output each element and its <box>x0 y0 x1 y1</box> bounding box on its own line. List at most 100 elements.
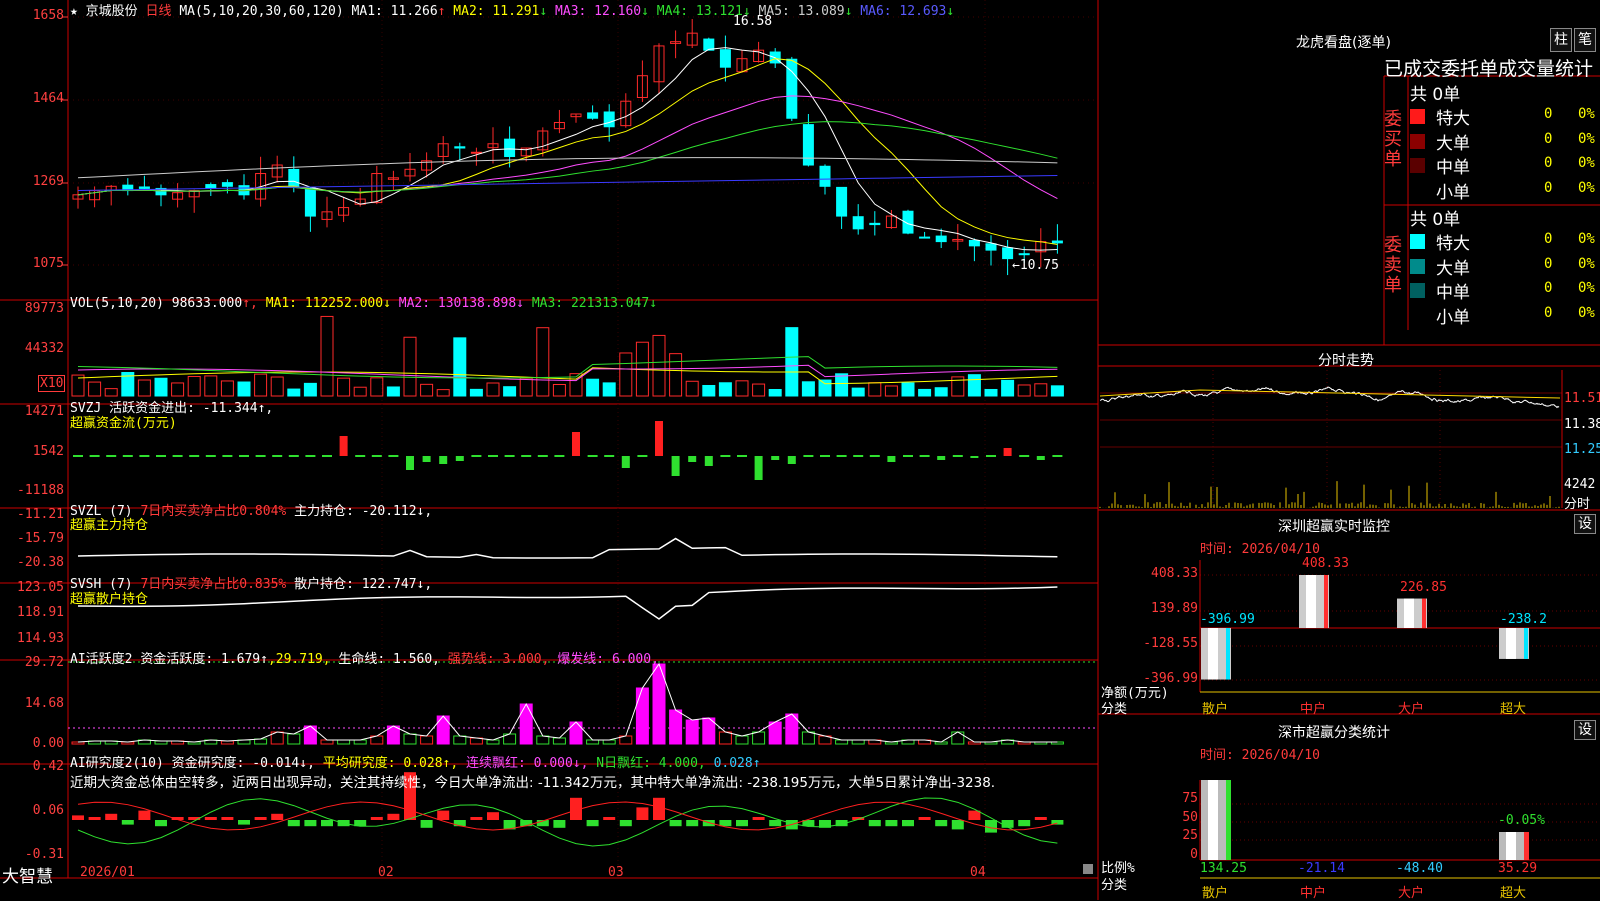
volume-bar <box>586 378 600 397</box>
sell-group-label: 委卖单 <box>1384 235 1402 296</box>
activity-bar <box>801 731 815 745</box>
research-bar <box>868 820 881 827</box>
x-tick: 04 <box>970 865 986 880</box>
buy-row-name: 大单 <box>1436 133 1470 154</box>
class-xlabel: 分类 <box>1101 878 1128 893</box>
research-bar <box>72 815 84 820</box>
volume-bar <box>270 376 284 397</box>
kline-header: ★ 京城股份 日线 MA(5,10,20,30,60,120) MA1: 11.… <box>70 4 955 19</box>
monitor-category: 散户 <box>1202 702 1229 717</box>
period-label[interactable]: 日线 <box>146 4 172 19</box>
svsh-ratio: 7日内买卖净占比0.835% <box>140 577 287 592</box>
fund-flow-bar <box>422 456 431 462</box>
vol-value: 98633.000 <box>171 296 243 311</box>
research-bar <box>902 820 914 827</box>
ai-active-tick: 14.68 <box>24 696 64 711</box>
volume-bar <box>88 381 102 397</box>
class-settings-button[interactable]: 设 <box>1574 720 1596 740</box>
research-bar <box>105 813 118 820</box>
vol-ma3: MA3: 221313.047↓ <box>531 296 658 311</box>
monitor-value-label: 408.33 <box>1302 556 1349 571</box>
class-tick: 50 <box>1182 810 1198 825</box>
net-amount-bar-edge <box>1524 628 1528 659</box>
tick-mode-button[interactable]: 笔 <box>1574 28 1596 52</box>
volume-bar <box>785 327 799 397</box>
volume-bar <box>370 377 384 397</box>
svsh-hold: 散户持仓: 122.747↓, <box>294 577 433 592</box>
monitor-tick: 408.33 <box>1151 566 1198 581</box>
volume-bar <box>868 382 882 397</box>
ma-param-label: MA(5,10,20,30,60,120) <box>179 4 344 19</box>
volume-bar <box>602 382 616 397</box>
class-ratio-bar-highlight <box>1506 832 1516 860</box>
star-icon[interactable]: ★ <box>70 4 78 19</box>
candle <box>836 186 848 217</box>
svzl-ratio: 7日内买卖净占比0.804% <box>140 504 287 519</box>
volume-bar <box>220 380 234 397</box>
column-mode-button[interactable]: 柱 <box>1550 28 1572 52</box>
svzj-tick: 1542 <box>32 444 64 459</box>
research-bar <box>271 813 284 820</box>
svzl-hold: 主力持仓: -20.112↓, <box>294 504 433 519</box>
fund-flow-bar <box>388 455 399 457</box>
candle <box>802 124 814 166</box>
fund-flow-bar <box>1036 456 1045 460</box>
class-value-label: 35.29 <box>1498 861 1538 876</box>
volume-bar <box>353 386 367 397</box>
lock-icon[interactable] <box>1083 864 1093 874</box>
sell-row-pct: 0% <box>1578 255 1595 272</box>
activity-bar <box>752 731 766 745</box>
svzl-tick: -20.38 <box>17 555 64 570</box>
price-tick: 1269 <box>32 174 64 189</box>
sell-row-name: 特大 <box>1436 234 1470 254</box>
fund-flow-bar <box>688 456 697 462</box>
monitor-tick: -128.55 <box>1143 636 1198 651</box>
svzl-tick: -11.21 <box>17 507 64 522</box>
research-bar <box>155 820 167 827</box>
fund-flow-bar <box>89 455 100 457</box>
buy-row-pct: 0% <box>1578 155 1595 171</box>
fund-flow-bar <box>903 455 913 457</box>
volume-bar <box>303 382 317 397</box>
activity-bar <box>519 703 533 745</box>
volume-bar <box>735 380 749 397</box>
volume-bar <box>669 353 683 397</box>
monitor-value-label: -396.99 <box>1200 612 1255 627</box>
research-bar <box>121 820 134 825</box>
volume-bar <box>469 388 483 397</box>
volume-bar <box>818 379 832 397</box>
price-tick: 1075 <box>32 256 64 271</box>
monitor-settings-button[interactable]: 设 <box>1574 514 1596 534</box>
fund-flow-bar <box>504 455 515 457</box>
volume-bar <box>851 387 865 397</box>
research-bar <box>918 817 931 820</box>
buy-row-value: 0 <box>1544 179 1553 196</box>
ai-active-header: AI活跃度2 资金活跃度: 1.679↑,29.719, 生命线: 1.560,… <box>70 648 659 667</box>
class-ratio-bar-edge <box>1226 780 1231 860</box>
sell-row-value: 0 <box>1544 255 1553 272</box>
intraday-title: 分时走势 <box>1318 353 1374 369</box>
candle <box>819 165 831 187</box>
monitor-tick: -396.99 <box>1143 671 1198 686</box>
fund-flow-bar <box>803 455 814 457</box>
research-bar <box>138 810 151 820</box>
volume-bar <box>154 377 168 397</box>
longhu-title: 龙虎看盘(逐单) <box>1296 35 1391 51</box>
research-bar <box>603 817 616 820</box>
research-bar <box>221 817 234 820</box>
net-amount-bar-highlight <box>1404 598 1414 628</box>
fund-flow-bar <box>671 456 680 476</box>
class-value-label: -48.40 <box>1396 861 1443 876</box>
fund-flow-bar <box>1019 455 1030 457</box>
ai-active-tick: 0.00 <box>32 736 64 751</box>
research-bar <box>254 817 267 820</box>
fund-flow-bar <box>554 455 565 457</box>
sell-row-value: 0 <box>1544 304 1553 321</box>
svsh-subtitle: 超赢散户持仓 <box>70 592 149 607</box>
volume-bar <box>104 388 118 397</box>
fund-flow-bar <box>488 455 498 457</box>
intraday-tick: 11.38 <box>1564 417 1600 432</box>
price-tick: 1658 <box>32 8 64 23</box>
activity-bar <box>735 735 749 745</box>
class-value-label: -21.14 <box>1298 861 1345 876</box>
